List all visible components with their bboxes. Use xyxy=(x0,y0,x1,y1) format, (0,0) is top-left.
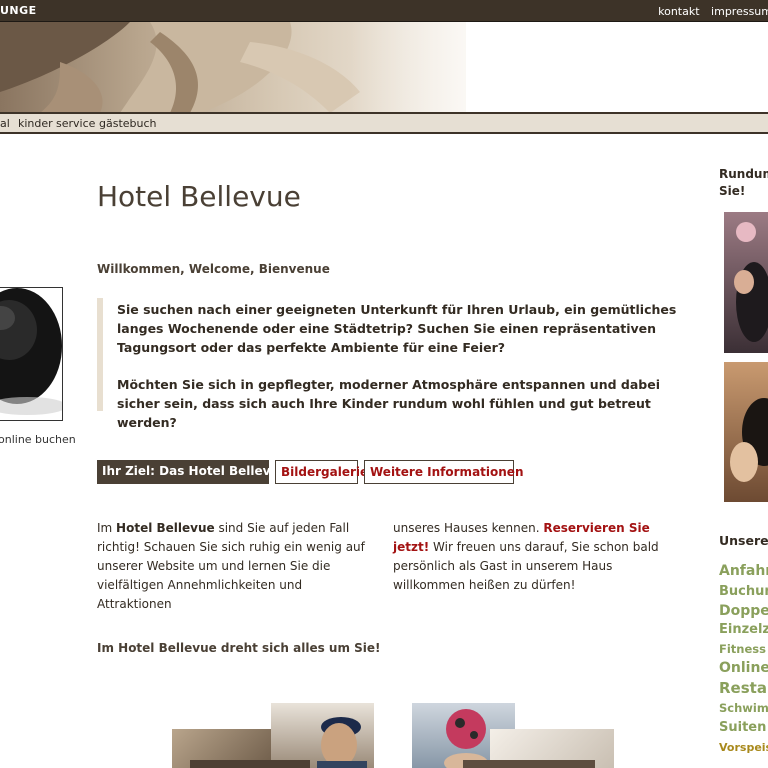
intro-quote: Sie suchen nach einer geeigneten Unterku… xyxy=(97,298,681,430)
sidebar-photo-2 xyxy=(724,362,768,502)
right-sidebar-title: Rundum Sie! xyxy=(719,166,768,200)
sidebar-link-suiten[interactable]: Suiten xyxy=(719,720,766,735)
nav-item-gaestebuch[interactable]: gästebuch xyxy=(99,117,157,130)
main-nav: al kinder service gästebuch xyxy=(0,114,768,134)
tab-weitere-informationen[interactable]: Weitere Informationen xyxy=(364,460,523,484)
sidebar-link-schwimmbad[interactable]: Schwimm xyxy=(719,701,768,715)
hotel-name-bold: Hotel Bellevue xyxy=(116,521,215,535)
intro-paragraph-1: Sie suchen nach einer geeigneten Unterku… xyxy=(117,302,677,355)
sidebar-link-restaurant[interactable]: Restau xyxy=(719,679,768,697)
nav-item-service[interactable]: service xyxy=(56,117,95,130)
text-fragment: Im xyxy=(97,521,117,535)
brand-name: UNGE xyxy=(0,4,37,17)
nav-item-kinder[interactable]: kinder xyxy=(18,117,53,130)
page-title: Hotel Bellevue xyxy=(97,180,301,213)
sidebar-link-einzelzimmer[interactable]: Einzelzi xyxy=(719,622,768,637)
top-bar: UNGE kontakt impressum xyxy=(0,0,768,22)
collage-photo-man xyxy=(271,703,374,768)
text-fragment: unseres Hauses kennen. xyxy=(393,521,544,535)
text-column-left: Im Hotel Bellevue sind Sie auf jeden Fal… xyxy=(97,519,377,614)
kontakt-link[interactable]: kontakt xyxy=(658,5,699,18)
sidebar-photo-1 xyxy=(724,212,768,353)
tab-bildergalerie[interactable]: Bildergalerie xyxy=(275,460,368,484)
right-title-line-1: Rundum xyxy=(719,167,768,181)
sidebar-link-doppel[interactable]: Doppel xyxy=(719,603,768,619)
online-booking-image[interactable] xyxy=(0,287,63,421)
banner xyxy=(0,22,768,113)
tab-hotel-bellevue[interactable]: Ihr Ziel: Das Hotel Bellevue xyxy=(97,460,287,484)
sidebar-link-vorspeisen[interactable]: Vorspeis xyxy=(719,741,768,754)
sidebar-link-buchung[interactable]: Buchung xyxy=(719,584,768,599)
online-booking-caption[interactable]: online buchen xyxy=(0,433,76,446)
nav-item-al[interactable]: al xyxy=(0,117,10,130)
intro-paragraph-2: Möchten Sie sich in gepflegter, moderner… xyxy=(117,377,660,430)
welcome-heading: Willkommen, Welcome, Bienvenue xyxy=(97,262,330,276)
right-title-line-2: Sie! xyxy=(719,184,746,198)
sidebar-link-online[interactable]: Online xyxy=(719,660,768,676)
collage-photo-4 xyxy=(463,760,595,768)
text-column-right: unseres Hauses kennen. Reservieren Sie j… xyxy=(393,519,683,595)
sidebar-link-anfahrt[interactable]: Anfahrt xyxy=(719,563,768,579)
our-offers-heading: Unsere xyxy=(719,533,768,548)
section-subheading: Im Hotel Bellevue dreht sich alles um Si… xyxy=(97,641,381,655)
top-links: kontakt impressum xyxy=(650,5,768,18)
collage-photo-2 xyxy=(190,760,310,768)
impressum-link[interactable]: impressum xyxy=(711,5,768,18)
text-fragment: Wir freuen uns darauf, Sie schon bald pe… xyxy=(393,540,659,592)
sidebar-link-fitness[interactable]: Fitness o xyxy=(719,642,768,656)
banner-photo xyxy=(0,22,466,113)
